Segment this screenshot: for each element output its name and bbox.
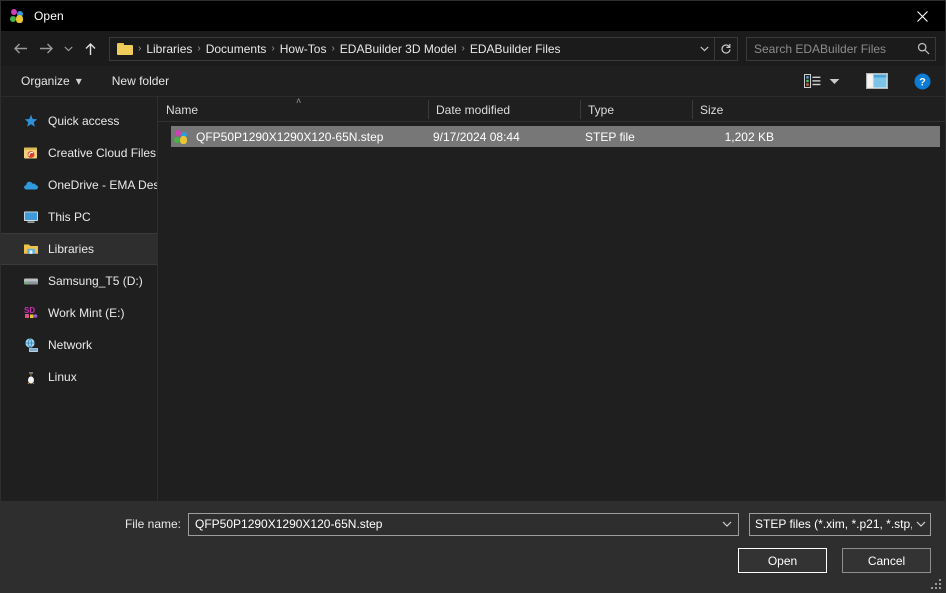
column-header-label: Type — [588, 103, 615, 117]
column-header-name[interactable]: Name — [158, 97, 428, 121]
open-file-dialog: Open › Libraries › Documents › How-Tos ›… — [0, 0, 946, 593]
folder-icon — [117, 42, 133, 56]
sidebar-item-samsung-t5[interactable]: Samsung_T5 (D:) — [1, 265, 157, 297]
dialog-body: Quick access Creative Cloud Files OneDri… — [1, 97, 945, 501]
breadcrumb-item-documents[interactable]: Documents — [202, 42, 271, 56]
forward-button[interactable] — [33, 36, 59, 62]
sidebar-item-label: OneDrive - EMA Desi — [48, 178, 157, 192]
monitor-icon — [23, 209, 39, 225]
sidebar-item-linux[interactable]: Linux — [1, 361, 157, 393]
file-list: QFP50P1290X1290X120-65N.step 9/17/2024 0… — [158, 122, 945, 501]
refresh-icon[interactable] — [714, 37, 737, 60]
help-icon[interactable]: ? — [910, 69, 935, 93]
step-model-icon — [10, 8, 26, 24]
file-list-pane: ˄ Name Date modified Type Size QFP50P129… — [158, 97, 945, 501]
navigation-bar: › Libraries › Documents › How-Tos › EDAB… — [1, 31, 945, 66]
file-type-cell: STEP file — [585, 129, 635, 144]
file-name-cell: QFP50P1290X1290X120-65N.step — [171, 129, 433, 145]
breadcrumb[interactable]: › Libraries › Documents › How-Tos › EDAB… — [109, 36, 738, 61]
breadcrumb-item-how-tos[interactable]: How-Tos — [276, 42, 331, 56]
breadcrumb-item-edabuilder-files[interactable]: EDABuilder Files — [466, 42, 565, 56]
table-row[interactable]: QFP50P1290X1290X120-65N.step 9/17/2024 0… — [171, 126, 940, 147]
star-icon — [23, 113, 39, 129]
preview-pane-icon[interactable] — [862, 69, 892, 93]
column-header-label: Size — [700, 103, 724, 117]
sidebar-item-label: Quick access — [48, 114, 120, 128]
recent-locations-button[interactable] — [59, 36, 77, 62]
sidebar-item-label: Libraries — [48, 242, 95, 256]
title-bar: Open — [1, 1, 945, 31]
column-header-type[interactable]: Type — [580, 97, 692, 121]
breadcrumb-dropdown-button[interactable] — [694, 38, 714, 60]
chevron-down-icon[interactable] — [912, 521, 930, 527]
column-header-date-modified[interactable]: Date modified — [428, 97, 580, 121]
column-header-label: Date modified — [436, 103, 511, 117]
sidebar-item-label: This PC — [48, 210, 91, 224]
view-options-dropdown[interactable] — [825, 69, 844, 93]
up-button[interactable] — [77, 36, 103, 62]
sidebar-item-quick-access[interactable]: Quick access — [1, 105, 157, 137]
sidebar-item-creative-cloud-files[interactable]: Creative Cloud Files — [1, 137, 157, 169]
back-button[interactable] — [7, 36, 33, 62]
new-folder-button[interactable]: New folder — [106, 69, 175, 93]
sidebar-item-label: Linux — [48, 370, 77, 384]
onedrive-cloud-icon — [23, 177, 39, 193]
file-name-label: QFP50P1290X1290X120-65N.step — [196, 129, 384, 144]
cancel-button[interactable]: Cancel — [842, 548, 931, 573]
sidebar-item-network[interactable]: Network — [1, 329, 157, 361]
sidebar-item-this-pc[interactable]: This PC — [1, 201, 157, 233]
file-name-value[interactable]: QFP50P1290X1290X120-65N.step — [189, 517, 716, 531]
search-icon — [911, 38, 935, 60]
column-header-label: Name — [166, 103, 199, 117]
network-icon — [23, 337, 39, 353]
file-type-value: STEP files (*.xim, *.p21, *.stp, *.s — [755, 517, 912, 531]
sidebar-item-work-mint[interactable]: SD Work Mint (E:) — [1, 297, 157, 329]
step-file-icon — [174, 129, 190, 145]
file-name-label: File name: — [124, 517, 181, 531]
organize-label: Organize — [21, 74, 70, 88]
chevron-down-icon: ▾ — [75, 74, 82, 88]
svg-text:SD: SD — [24, 306, 35, 315]
penguin-icon — [23, 369, 39, 385]
file-name-input[interactable]: QFP50P1290X1290X120-65N.step — [188, 512, 739, 536]
close-button[interactable] — [899, 1, 945, 31]
file-date-cell: 9/17/2024 08:44 — [433, 129, 520, 144]
resize-grip[interactable] — [930, 578, 941, 589]
search-box[interactable]: Search EDABuilder Files — [746, 36, 936, 61]
window-title: Open — [34, 9, 64, 23]
column-headers: ˄ Name Date modified Type Size — [158, 97, 945, 122]
chevron-down-icon[interactable] — [716, 521, 738, 527]
sidebar-item-libraries[interactable]: Libraries — [1, 233, 157, 265]
dialog-buttons-row: Open Cancel — [1, 546, 945, 592]
command-toolbar: Organize ▾ New folder ? — [1, 66, 945, 97]
sidebar-item-label: Work Mint (E:) — [48, 306, 125, 320]
file-size-cell: 1,202 KB — [724, 129, 774, 144]
navigation-sidebar: Quick access Creative Cloud Files OneDri… — [1, 97, 158, 501]
sidebar-item-onedrive[interactable]: OneDrive - EMA Desi — [1, 169, 157, 201]
new-folder-label: New folder — [111, 74, 170, 88]
drive-icon — [23, 273, 39, 289]
organize-button[interactable]: Organize ▾ — [15, 69, 88, 93]
sd-card-icon: SD — [23, 305, 39, 321]
file-name-row: File name: QFP50P1290X1290X120-65N.step … — [1, 502, 945, 546]
sidebar-item-label: Samsung_T5 (D:) — [48, 274, 143, 288]
breadcrumb-item-libraries[interactable]: Libraries — [142, 42, 196, 56]
breadcrumb-item-edabuilder-3d-model[interactable]: EDABuilder 3D Model — [336, 42, 461, 56]
open-button[interactable]: Open — [738, 548, 827, 573]
list-view-icon[interactable] — [800, 69, 825, 93]
search-input[interactable]: Search EDABuilder Files — [747, 42, 911, 56]
sidebar-item-label: Network — [48, 338, 93, 352]
sidebar-item-label: Creative Cloud Files — [48, 146, 157, 160]
dialog-footer: File name: QFP50P1290X1290X120-65N.step … — [1, 501, 945, 592]
svg-text:?: ? — [919, 76, 926, 88]
libraries-folder-icon — [23, 241, 39, 257]
creative-cloud-folder-icon — [23, 145, 39, 161]
file-type-select[interactable]: STEP files (*.xim, *.p21, *.stp, *.s — [749, 512, 931, 536]
column-header-size[interactable]: Size — [692, 97, 771, 121]
